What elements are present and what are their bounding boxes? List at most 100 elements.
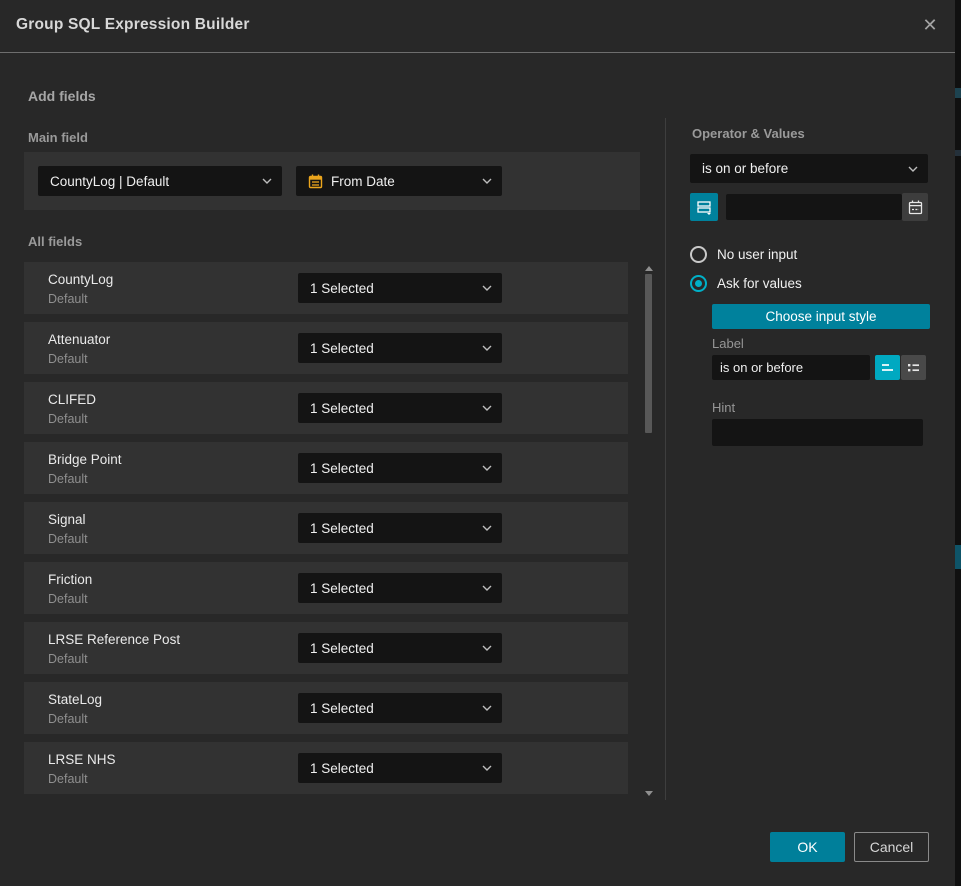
dialog-header: Group SQL Expression Builder ✕ (0, 0, 955, 53)
field-row: Friction Default 1 Selected (24, 562, 628, 614)
list-input-toggle[interactable] (901, 355, 926, 380)
field-name: StateLog (48, 692, 102, 707)
main-field-select[interactable]: From Date (296, 166, 502, 196)
field-name: LRSE NHS (48, 752, 116, 767)
ok-button[interactable]: OK (770, 832, 845, 862)
field-row: Signal Default 1 Selected (24, 502, 628, 554)
field-sublabel: Default (48, 592, 88, 606)
field-selection-select[interactable]: 1 Selected (298, 633, 502, 663)
vertical-divider (665, 118, 666, 800)
field-name: Friction (48, 572, 92, 587)
close-icon[interactable]: ✕ (919, 14, 941, 36)
main-field-panel: CountyLog | Default From Date (24, 152, 640, 210)
field-selection-select[interactable]: 1 Selected (298, 273, 502, 303)
field-selection-select[interactable]: 1 Selected (298, 393, 502, 423)
field-selection-value: 1 Selected (310, 281, 474, 296)
chevron-down-icon (482, 178, 492, 184)
field-row: CountyLog Default 1 Selected (24, 262, 628, 314)
label-input[interactable] (712, 355, 870, 380)
field-row: LRSE NHS Default 1 Selected (24, 742, 628, 794)
date-picker-button[interactable] (902, 193, 928, 221)
field-sublabel: Default (48, 652, 88, 666)
scrollbar-up-arrow-icon[interactable] (645, 266, 653, 271)
chevron-down-icon (482, 585, 492, 591)
single-line-input-toggle[interactable] (875, 355, 900, 380)
field-name: LRSE Reference Post (48, 632, 180, 647)
field-row: Attenuator Default 1 Selected (24, 322, 628, 374)
scrollbar-thumb[interactable] (645, 274, 652, 433)
radio-label: Ask for values (717, 276, 802, 291)
field-selection-value: 1 Selected (310, 641, 474, 656)
layer-select-value: CountyLog | Default (50, 174, 254, 189)
radio-circle-icon (690, 246, 707, 263)
field-name: Bridge Point (48, 452, 122, 467)
calendar-icon (308, 174, 323, 189)
chevron-down-icon (482, 705, 492, 711)
backdrop-fragment (955, 88, 961, 98)
hint-field-label: Hint (712, 400, 735, 415)
field-name: CountyLog (48, 272, 113, 287)
stacked-values-icon (696, 199, 712, 215)
field-row: Bridge Point Default 1 Selected (24, 442, 628, 494)
chevron-down-icon (482, 465, 492, 471)
field-name: Attenuator (48, 332, 110, 347)
field-selection-select[interactable]: 1 Selected (298, 453, 502, 483)
chevron-down-icon (482, 645, 492, 651)
field-row: CLIFED Default 1 Selected (24, 382, 628, 434)
radio-selected-icon (690, 275, 707, 292)
all-fields-list: CountyLog Default 1 Selected Attenuator … (24, 262, 628, 802)
cancel-button[interactable]: Cancel (854, 832, 929, 862)
backdrop-fragment (955, 545, 961, 569)
field-selection-select[interactable]: 1 Selected (298, 573, 502, 603)
add-fields-heading: Add fields (28, 88, 96, 104)
main-field-select-value: From Date (331, 174, 474, 189)
field-sublabel: Default (48, 412, 88, 426)
calendar-icon (908, 200, 923, 215)
page-behind-dialog (955, 0, 961, 886)
dialog-title: Group SQL Expression Builder (16, 16, 250, 34)
chevron-down-icon (482, 345, 492, 351)
field-selection-select[interactable]: 1 Selected (298, 333, 502, 363)
chevron-down-icon (482, 525, 492, 531)
group-sql-expression-builder-dialog: Group SQL Expression Builder ✕ Add field… (0, 0, 955, 886)
all-fields-heading: All fields (28, 234, 82, 249)
scrollbar-down-arrow-icon[interactable] (645, 791, 653, 796)
field-sublabel: Default (48, 352, 88, 366)
bulleted-list-icon (906, 360, 921, 375)
label-field-label: Label (712, 336, 744, 351)
field-row: LRSE Reference Post Default 1 Selected (24, 622, 628, 674)
operator-select[interactable]: is on or before (690, 154, 928, 183)
value-type-button[interactable] (690, 193, 718, 221)
radio-ask-for-values[interactable]: Ask for values (690, 275, 802, 292)
chevron-down-icon (262, 178, 272, 184)
field-selection-value: 1 Selected (310, 401, 474, 416)
value-input[interactable] (726, 194, 902, 220)
field-sublabel: Default (48, 472, 88, 486)
chevron-down-icon (908, 166, 918, 172)
field-selection-select[interactable]: 1 Selected (298, 753, 502, 783)
hint-input[interactable] (712, 419, 923, 446)
operator-select-value: is on or before (702, 161, 900, 176)
field-selection-value: 1 Selected (310, 521, 474, 536)
chevron-down-icon (482, 285, 492, 291)
field-sublabel: Default (48, 712, 88, 726)
radio-label: No user input (717, 247, 797, 262)
field-sublabel: Default (48, 292, 88, 306)
field-selection-value: 1 Selected (310, 701, 474, 716)
field-selection-value: 1 Selected (310, 581, 474, 596)
chevron-down-icon (482, 765, 492, 771)
field-selection-select[interactable]: 1 Selected (298, 513, 502, 543)
operator-values-heading: Operator & Values (692, 126, 805, 141)
field-name: Signal (48, 512, 86, 527)
align-left-icon (880, 360, 895, 375)
field-sublabel: Default (48, 532, 88, 546)
field-selection-value: 1 Selected (310, 461, 474, 476)
field-selection-value: 1 Selected (310, 341, 474, 356)
field-selection-select[interactable]: 1 Selected (298, 693, 502, 723)
field-name: CLIFED (48, 392, 96, 407)
radio-no-user-input[interactable]: No user input (690, 246, 797, 263)
field-row: StateLog Default 1 Selected (24, 682, 628, 734)
layer-select[interactable]: CountyLog | Default (38, 166, 282, 196)
backdrop-fragment (955, 150, 961, 156)
choose-input-style-button[interactable]: Choose input style (712, 304, 930, 329)
